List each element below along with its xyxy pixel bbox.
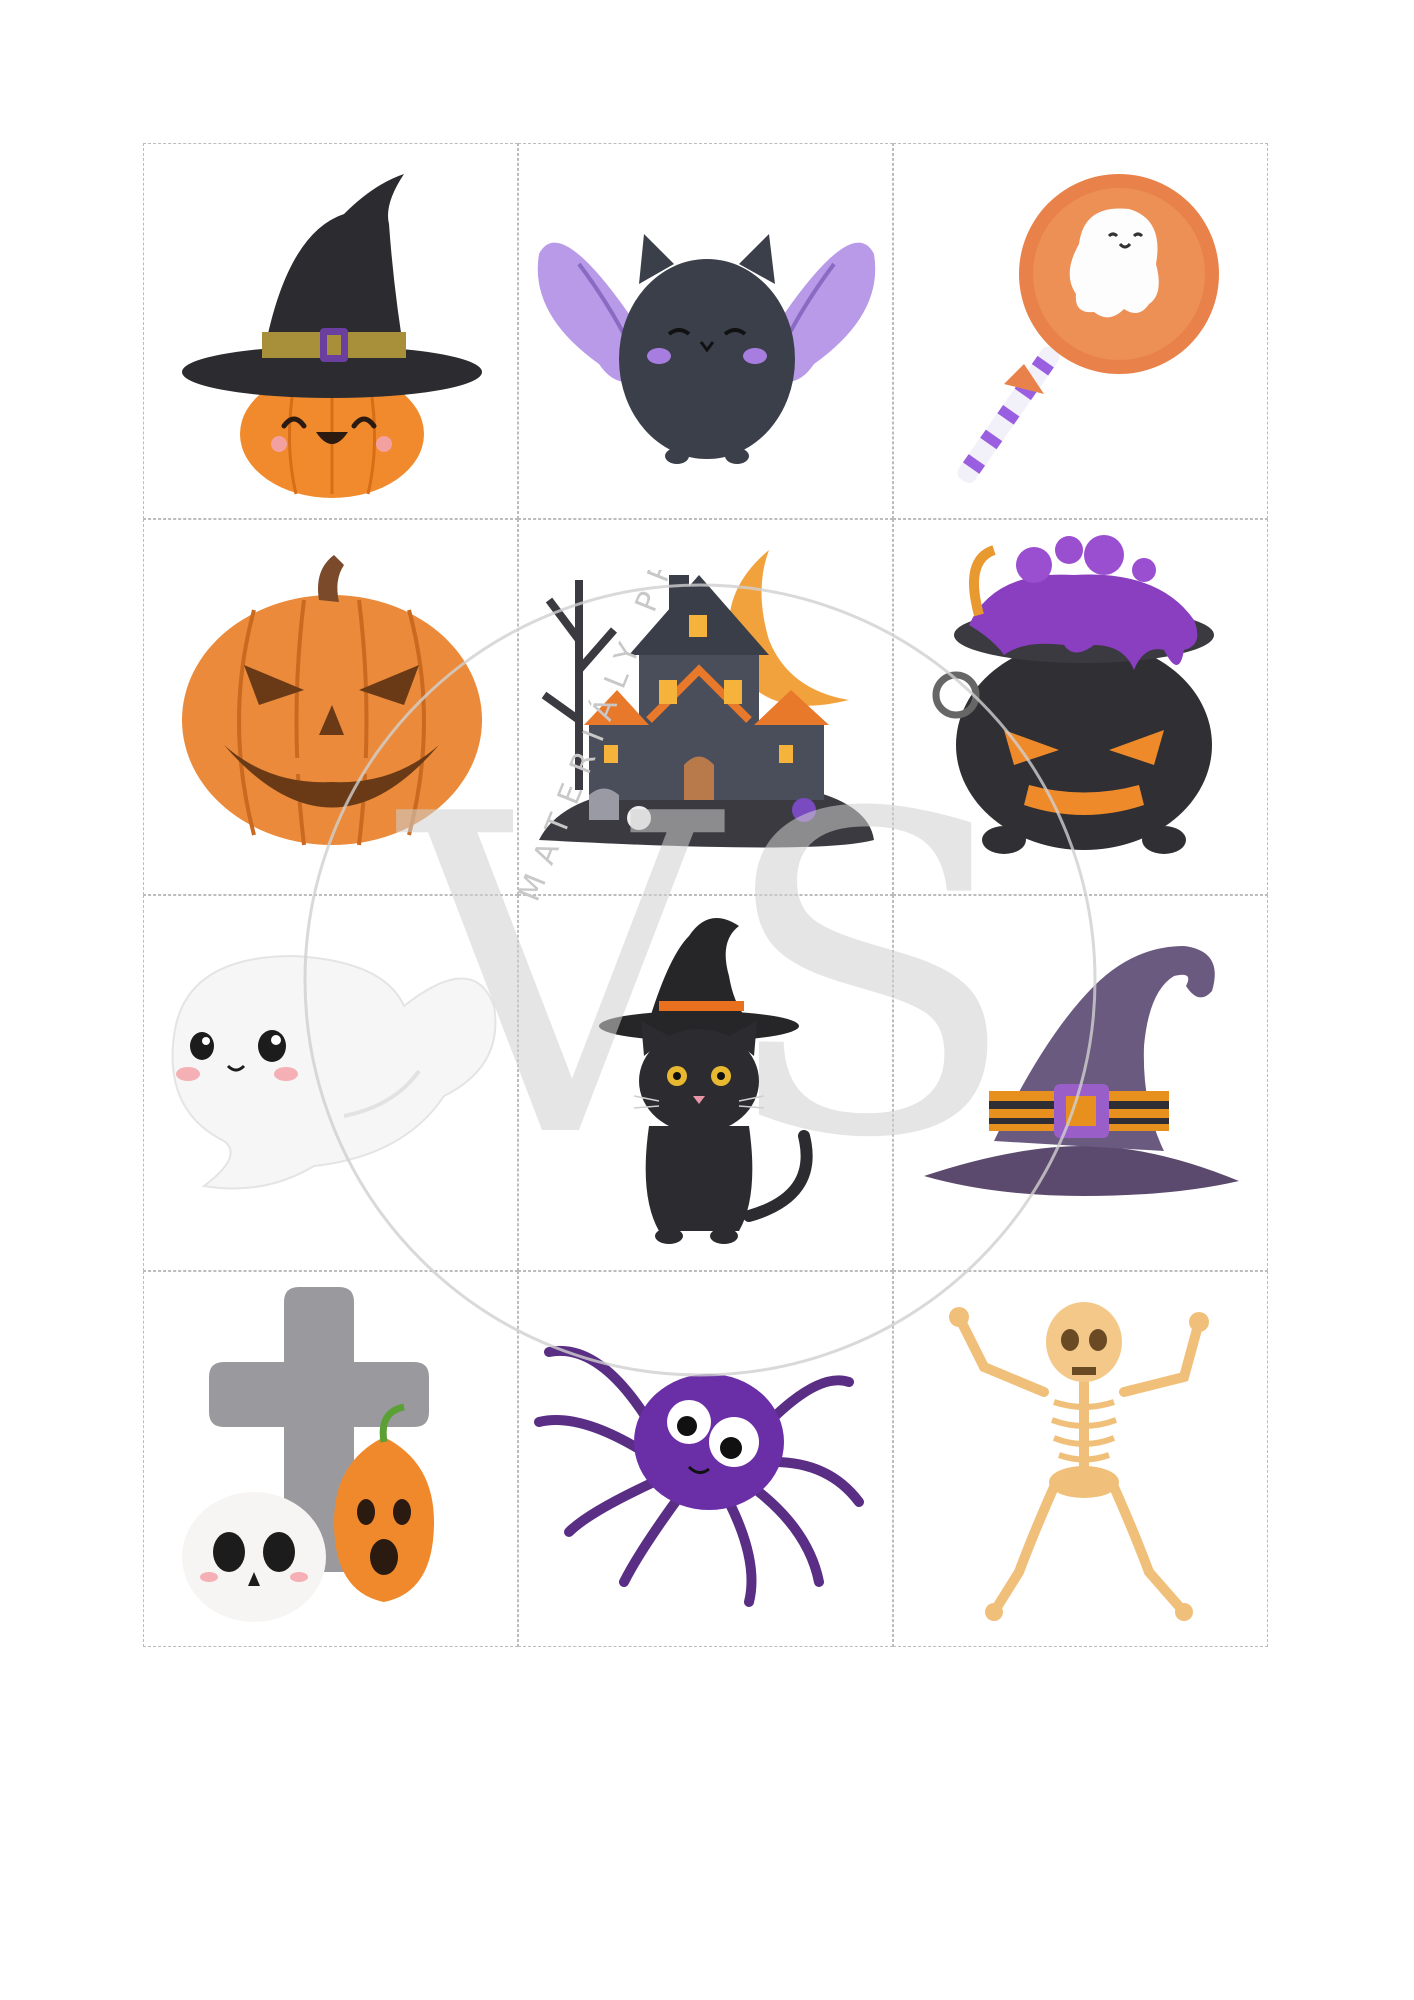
card-ghost-lollipop — [893, 143, 1268, 519]
black-cat-witch-hat-icon — [599, 918, 813, 1244]
card-grid — [143, 143, 1268, 1647]
card-grave — [143, 1271, 518, 1647]
cute-bat-icon — [537, 234, 876, 464]
card-haunted-house — [518, 519, 893, 895]
card-witch-hat — [893, 895, 1268, 1271]
card-skeleton — [893, 1271, 1268, 1647]
haunted-house-moon-icon — [539, 550, 874, 848]
bubbling-cauldron-icon — [932, 535, 1214, 854]
halloween-card-sheet: MATERIÁLY PRO DĚTI VS — [0, 0, 1414, 2000]
card-jack-o-lantern — [143, 519, 518, 895]
cross-skull-pumpkin-icon — [182, 1287, 434, 1622]
purple-spider-icon — [534, 1345, 864, 1607]
dancing-skeleton-icon — [949, 1302, 1209, 1621]
card-cauldron — [893, 519, 1268, 895]
card-bat — [518, 143, 893, 519]
pumpkin-with-witch-hat-icon — [182, 174, 482, 498]
purple-witch-hat-icon — [924, 946, 1239, 1196]
cute-ghost-icon — [171, 954, 497, 1190]
card-pumpkin-witch-hat — [143, 143, 518, 519]
jack-o-lantern-icon — [182, 555, 482, 846]
card-ghost — [143, 895, 518, 1271]
ghost-lollipop-icon — [957, 174, 1219, 483]
card-spider — [518, 1271, 893, 1647]
card-black-cat — [518, 895, 893, 1271]
